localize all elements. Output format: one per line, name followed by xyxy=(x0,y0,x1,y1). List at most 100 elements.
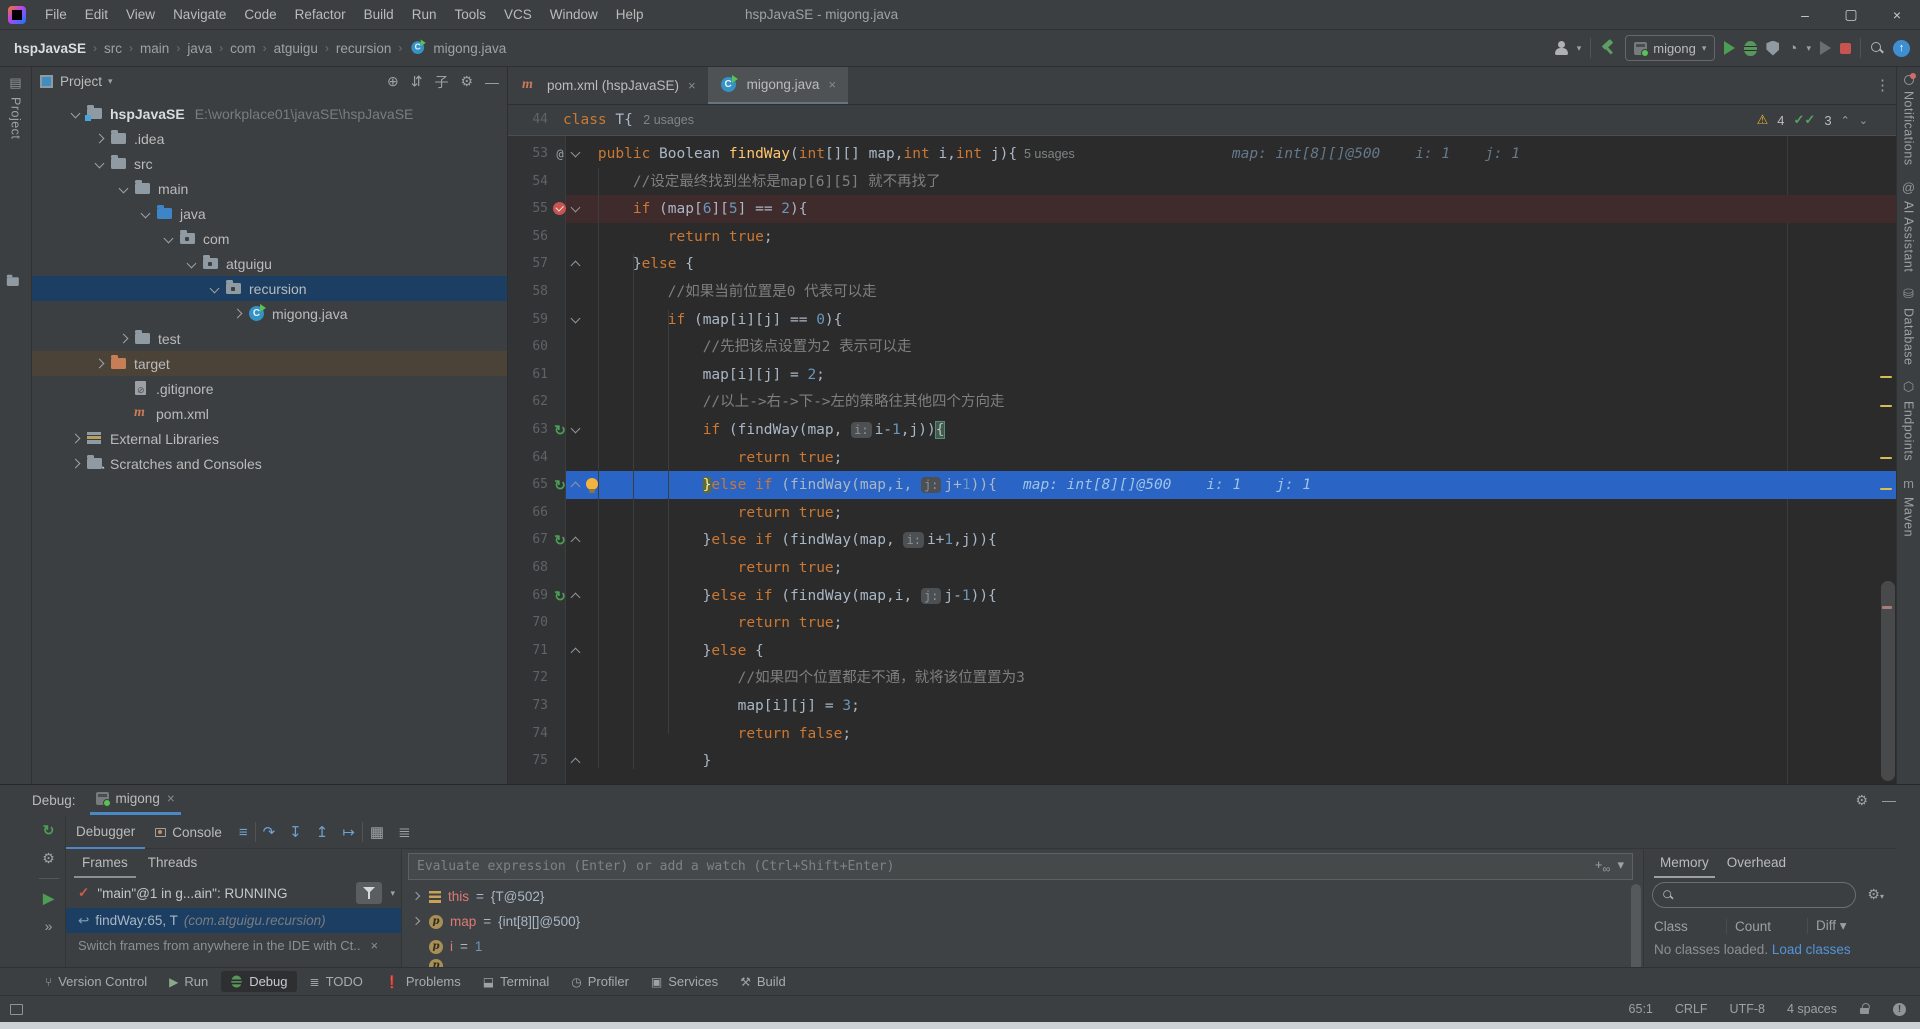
tree-item-hspjavase[interactable]: hspJavaSEE:\workplace01\javaSE\hspJavaSE xyxy=(32,101,507,126)
load-classes-link[interactable]: Load classes xyxy=(1772,942,1851,957)
next-problem-icon[interactable]: ⌄ xyxy=(1859,114,1868,127)
menu-window[interactable]: Window xyxy=(541,0,607,29)
tree-item-scratches-and-consoles[interactable]: Scratches and Consoles xyxy=(32,451,507,476)
step-into-icon[interactable]: ↧ xyxy=(282,823,309,841)
notifications-status-icon[interactable]: ! xyxy=(1893,1003,1906,1016)
run-to-cursor-icon[interactable]: ↦ xyxy=(335,823,362,841)
memory-search-input[interactable] xyxy=(1652,882,1856,908)
close-session-icon[interactable]: × xyxy=(167,791,175,806)
variable-row-this[interactable]: this={T@502} xyxy=(402,884,1627,909)
memory-header-class[interactable]: Class xyxy=(1652,919,1726,934)
hide-panel-icon[interactable]: — xyxy=(485,74,499,90)
select-opened-file-icon[interactable]: ⊕ xyxy=(387,73,399,90)
toolwindow-button-run[interactable]: ▶Run xyxy=(160,971,217,992)
toolwindow-button-build[interactable]: ⚒Build xyxy=(731,971,795,992)
close-tab-icon[interactable]: × xyxy=(688,78,696,93)
chevron-right-icon[interactable] xyxy=(228,304,248,324)
project-panel-title[interactable]: Project xyxy=(60,74,102,89)
breadcrumb-item[interactable]: Cmigong.java xyxy=(409,39,506,57)
evaluate-expression-input[interactable]: Evaluate expression (Enter) or add a wat… xyxy=(408,853,1633,880)
hide-debug-icon[interactable]: — xyxy=(1882,792,1896,809)
menu-tools[interactable]: Tools xyxy=(445,0,495,29)
variable-row-map[interactable]: pmap={int[8][]@500} xyxy=(402,909,1627,934)
status-item-65-1[interactable]: 65:1 xyxy=(1629,1002,1653,1016)
stripe-item-ai-assistant[interactable]: @AI Assistant xyxy=(1902,180,1916,272)
project-settings-icon[interactable]: ⚙ xyxy=(460,73,473,90)
memory-tab-overhead[interactable]: Overhead xyxy=(1721,850,1792,878)
status-item-utf-8[interactable]: UTF-8 xyxy=(1730,1002,1765,1016)
breadcrumb-item[interactable]: java xyxy=(187,41,212,56)
run-with-coverage-icon[interactable] xyxy=(1766,41,1779,56)
code-line-63[interactable]: 63↻ if (findWay(map, i:i-1,j)){ xyxy=(508,416,1896,444)
toolwindow-button-debug[interactable]: Debug xyxy=(221,971,296,992)
chevron-down-icon[interactable] xyxy=(205,279,225,299)
code-line-55[interactable]: 55 if (map[6][5] == 2){ xyxy=(508,195,1896,223)
thread-dropdown-icon[interactable]: ▾ xyxy=(390,888,395,899)
add-watch-icon[interactable]: +∞ ▾ xyxy=(1595,857,1624,876)
stripe-item-project[interactable]: ▤Project xyxy=(9,75,23,139)
editor-tab-migong-java[interactable]: Cmigong.java× xyxy=(708,67,848,104)
code-line-75[interactable]: 75 } xyxy=(508,747,1896,775)
frames-tab-threads[interactable]: Threads xyxy=(140,850,206,878)
debug-session-tab[interactable]: migong × xyxy=(90,785,181,815)
toolwindow-button-terminal[interactable]: ⬓Terminal xyxy=(474,971,558,992)
filter-frames-icon[interactable] xyxy=(356,882,382,904)
user-profile-icon[interactable] xyxy=(1554,41,1568,55)
code-line-65[interactable]: 65↻ }else if (findWay(map,i, j:j+1)){ ma… xyxy=(508,471,1896,499)
ide-update-icon[interactable]: ↑ xyxy=(1893,40,1910,57)
stop-button[interactable] xyxy=(1840,43,1851,54)
editor-scrollbar[interactable] xyxy=(1881,581,1895,781)
code-line-70[interactable]: 70 return true; xyxy=(508,609,1896,637)
variable-row[interactable]: p xyxy=(402,959,1627,967)
code-line-64[interactable]: 64 return true; xyxy=(508,444,1896,472)
code-line-62[interactable]: 62 //以上->右->下->左的策略往其他四个方向走 xyxy=(508,388,1896,416)
rerun-icon[interactable]: ↻ xyxy=(43,822,55,839)
project-view-dropdown-icon[interactable]: ▾ xyxy=(108,76,113,87)
tree-item-atguigu[interactable]: atguigu xyxy=(32,251,507,276)
code-line-54[interactable]: 54 //设定最终找到坐标是map[6][5] 就不再找了 xyxy=(508,168,1896,196)
memory-settings-icon[interactable]: ⚙▾ xyxy=(1867,886,1884,903)
stripe-item-notifications[interactable]: Notifications xyxy=(1902,75,1916,166)
chevron-right-icon[interactable] xyxy=(66,454,86,474)
evaluate-expression-icon[interactable]: ▦ xyxy=(363,823,391,841)
user-dropdown-icon[interactable]: ▾ xyxy=(1577,43,1582,54)
breadcrumb-item[interactable]: com xyxy=(230,41,256,56)
tree-item--gitignore[interactable]: .gitignore xyxy=(32,376,507,401)
memory-header-count[interactable]: Count xyxy=(1726,919,1807,934)
chevron-down-icon[interactable] xyxy=(114,179,134,199)
tree-item-recursion[interactable]: recursion xyxy=(32,276,507,301)
code-line-68[interactable]: 68 return true; xyxy=(508,554,1896,582)
show-execution-point-icon[interactable]: ≡ xyxy=(232,824,255,841)
menu-vcs[interactable]: VCS xyxy=(495,0,541,29)
chevron-right-icon[interactable] xyxy=(90,129,110,149)
chevron-down-icon[interactable] xyxy=(66,104,86,124)
code-line-72[interactable]: 72 //如果四个位置都走不通，就将该位置置为3 xyxy=(508,664,1896,692)
stack-frame-item[interactable]: ↩ findWay:65, T (com.atguigu.recursion) xyxy=(66,908,401,933)
menu-refactor[interactable]: Refactor xyxy=(286,0,355,29)
more-actions-icon[interactable]: » xyxy=(45,918,53,934)
toolwindow-button-profiler[interactable]: ◷Profiler xyxy=(562,971,638,992)
chevron-down-icon[interactable] xyxy=(182,254,202,274)
view-options-icon[interactable]: ≣ xyxy=(391,823,418,841)
menu-help[interactable]: Help xyxy=(607,0,653,29)
code-line-56[interactable]: 56 return true; xyxy=(508,223,1896,251)
debug-settings-icon[interactable]: ⚙ xyxy=(1855,792,1868,809)
search-everywhere-icon[interactable] xyxy=(1870,41,1884,55)
stripe-item-database[interactable]: ⛁Database xyxy=(1902,286,1916,366)
code-line-74[interactable]: 74 return false; xyxy=(508,720,1896,748)
breadcrumb-item[interactable]: recursion xyxy=(336,41,392,56)
code-line-71[interactable]: 71 }else { xyxy=(508,637,1896,665)
code-line-61[interactable]: 61 map[i][j] = 2; xyxy=(508,361,1896,389)
code-line-58[interactable]: 58 //如果当前位置是0 代表可以走 xyxy=(508,278,1896,306)
debugger-tab-console[interactable]: Console xyxy=(145,816,232,849)
stripe-item-endpoints[interactable]: ⬡Endpoints xyxy=(1902,379,1916,461)
breadcrumb-item[interactable]: src xyxy=(104,41,122,56)
collapse-all-icon[interactable]: ⼦ xyxy=(434,72,448,92)
code-line-66[interactable]: 66 return true; xyxy=(508,499,1896,527)
chevron-right-icon[interactable] xyxy=(66,429,86,449)
tree-item-java[interactable]: java xyxy=(32,201,507,226)
prev-problem-icon[interactable]: ⌃ xyxy=(1841,114,1850,127)
breadcrumb-item[interactable]: main xyxy=(140,41,169,56)
step-out-icon[interactable]: ↥ xyxy=(309,823,336,841)
debug-button[interactable] xyxy=(1744,41,1757,56)
